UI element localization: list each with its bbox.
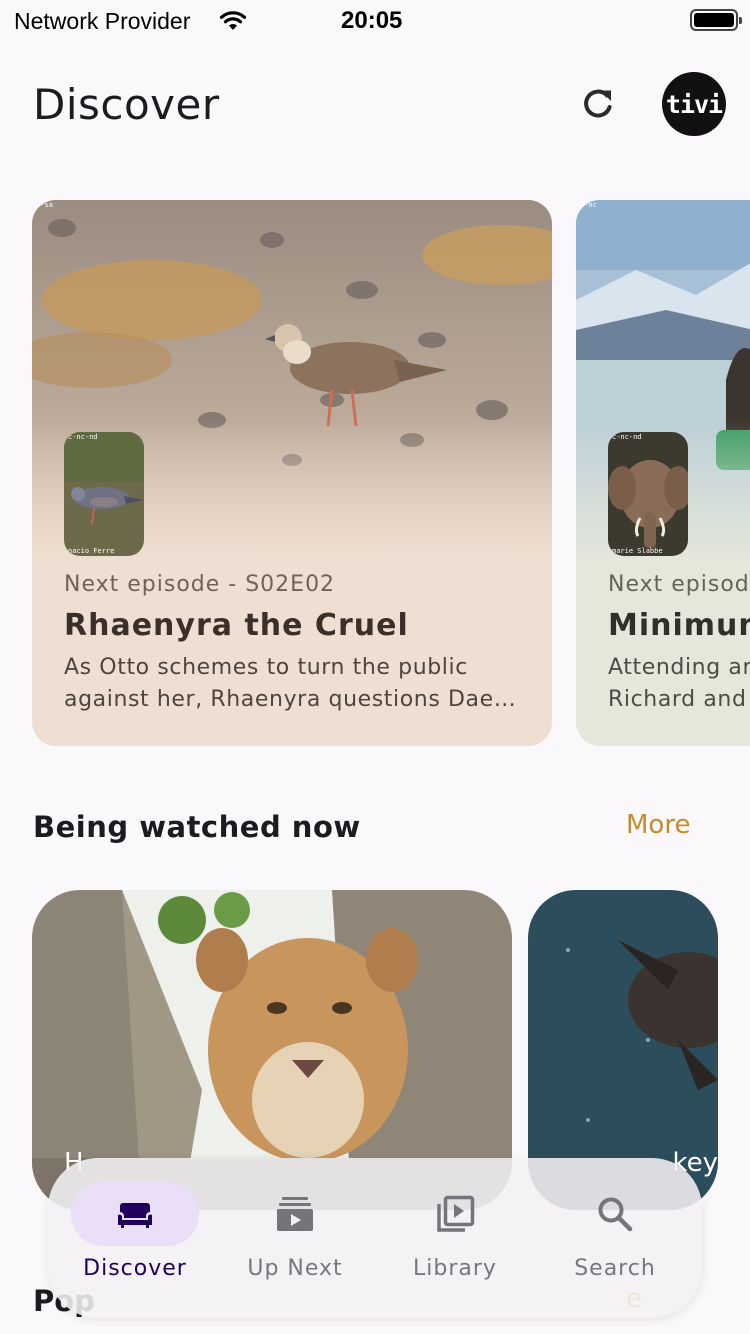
license-tag: c-sa	[36, 201, 53, 209]
featured-card[interactable]: c-nc c-nc-nd marie Slabbe Next episod Mi…	[576, 200, 750, 746]
description-line: against her, Rhaenyra questions Dae…	[64, 687, 517, 712]
episode-description: Attending ar Richard and	[608, 652, 750, 716]
poster-image	[608, 432, 688, 556]
license-tag: c-nc	[580, 201, 597, 209]
description-line: Attending ar	[608, 655, 750, 680]
episode-title: Rhaenyra the Cruel	[64, 608, 409, 643]
next-episode-label: Next episod	[608, 572, 750, 597]
poster-license-tag: c-nc-nd	[612, 433, 642, 441]
refresh-icon	[584, 89, 612, 118]
nav-label: Up Next	[247, 1256, 343, 1281]
show-poster: c-nc-nd marie Slabbe	[608, 432, 688, 556]
wifi-icon	[219, 11, 247, 30]
nav-item-discover[interactable]: Discover	[48, 1158, 208, 1318]
section-title-being-watched: Being watched now	[33, 810, 361, 844]
nav-label: Search	[574, 1256, 656, 1281]
poster-license-tag: c-nc-nd	[68, 433, 98, 441]
next-episode-label: Next episode - S02E02	[64, 572, 336, 597]
featured-card[interactable]: c-sa c-nc-nd nacio Ferre Next episode - …	[32, 200, 552, 746]
nav-item-library[interactable]: Library	[368, 1158, 528, 1318]
episode-title: Minimum	[608, 608, 750, 643]
status-bar: Network Provider 20:05	[0, 0, 750, 44]
video-stack-icon	[277, 1197, 313, 1231]
battery-icon	[690, 9, 742, 31]
more-button[interactable]: More	[626, 810, 690, 840]
page-title: Discover	[33, 80, 220, 129]
nav-label: Library	[413, 1256, 497, 1281]
nav-item-search[interactable]: Search	[528, 1158, 688, 1318]
couch-icon	[118, 1203, 152, 1228]
description-line: Richard and	[608, 687, 747, 712]
description-line: As Otto schemes to turn the public	[64, 655, 468, 680]
clock: 20:05	[341, 7, 403, 34]
nav-item-up-next[interactable]: Up Next	[208, 1158, 368, 1318]
poster-credit: marie Slabbe	[612, 547, 663, 555]
refresh-button[interactable]	[576, 82, 620, 126]
carrier-label: Network Provider	[14, 8, 191, 34]
avatar[interactable]: tivi	[662, 72, 726, 136]
poster-credit: nacio Ferre	[68, 547, 115, 555]
poster-image	[64, 432, 144, 556]
search-icon	[598, 1197, 633, 1232]
show-poster: c-nc-nd nacio Ferre	[64, 432, 144, 556]
nav-label: Discover	[83, 1256, 187, 1281]
episode-description: As Otto schemes to turn the public again…	[64, 652, 520, 716]
video-library-icon	[437, 1195, 475, 1232]
bottom-navigation: Discover Up Next Library Search	[48, 1158, 702, 1318]
featured-carousel[interactable]: c-sa c-nc-nd nacio Ferre Next episode - …	[0, 200, 750, 746]
